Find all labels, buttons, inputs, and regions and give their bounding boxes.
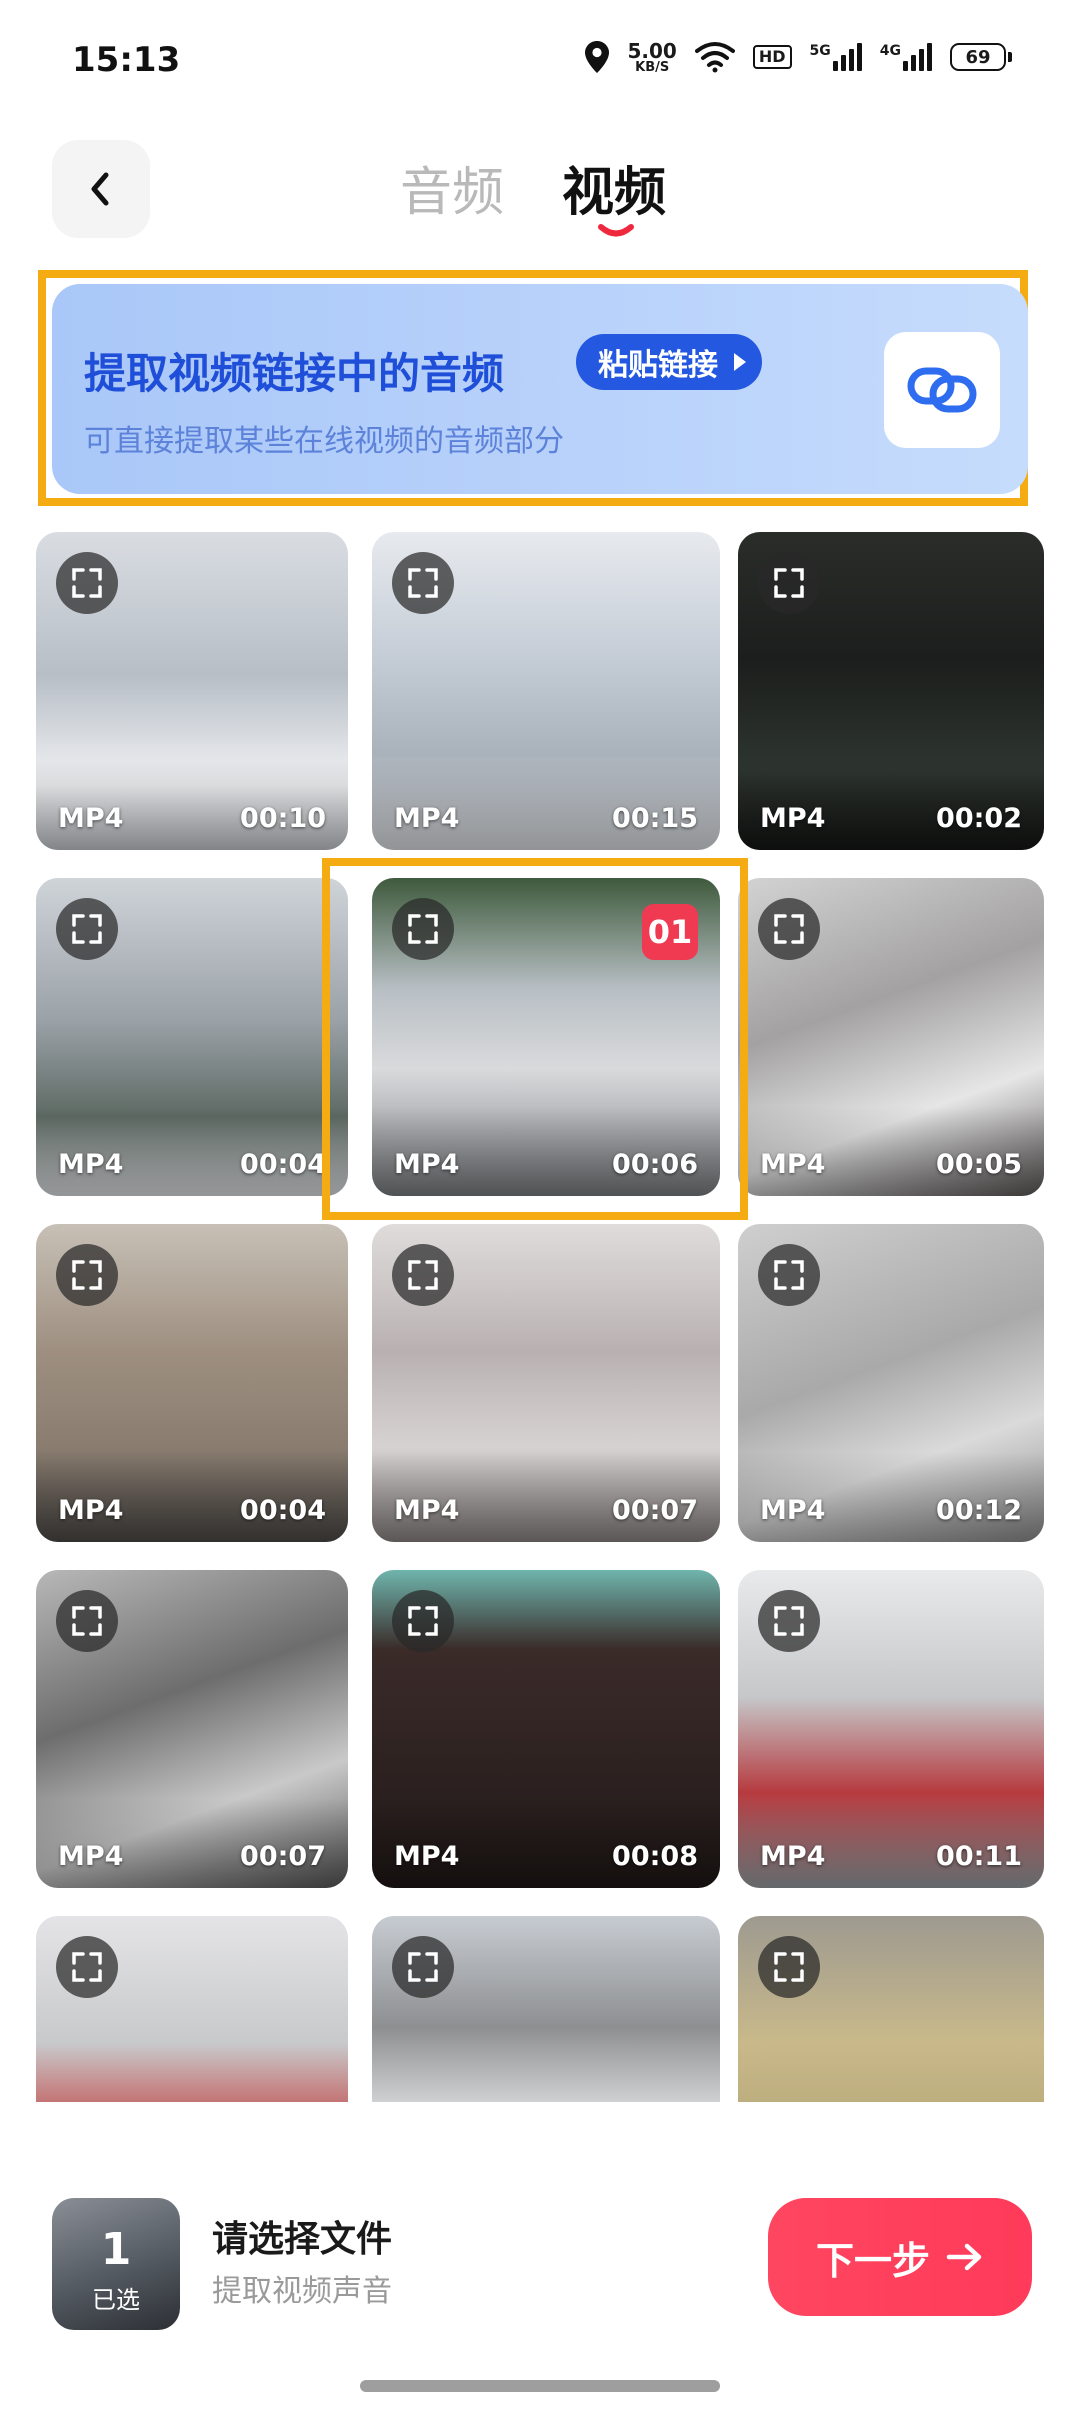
location-icon [584, 40, 610, 74]
sim1-generation: 5G [809, 43, 831, 59]
signal-sim1-icon: 5G [810, 43, 862, 71]
expand-icon[interactable] [56, 1590, 118, 1652]
status-bar: 15:13 5.00 KB/S HD 5G 4G 69 [0, 0, 1080, 120]
selected-label: 已选 [92, 2286, 140, 2314]
video-thumbnail[interactable]: MP4 00:04 [36, 878, 348, 1196]
banner-title: 提取视频链接中的音频 [84, 349, 505, 398]
next-button-label: 下一步 [815, 2238, 930, 2283]
video-format: MP4 [58, 803, 124, 834]
video-format: MP4 [760, 1149, 826, 1180]
expand-icon[interactable] [758, 1590, 820, 1652]
link-icon [907, 367, 977, 413]
status-time: 15:13 [72, 40, 181, 80]
expand-icon[interactable] [56, 1936, 118, 1998]
video-thumbnail[interactable]: MP4 [36, 1916, 348, 2102]
expand-icon[interactable] [392, 1244, 454, 1306]
tab-active-indicator [598, 224, 634, 237]
selected-count: 1 [100, 2224, 132, 2275]
next-button[interactable]: 下一步 [768, 2198, 1032, 2316]
video-thumbnail[interactable]: MP4 00:12 [738, 1224, 1044, 1542]
paste-link-label: 粘贴链接 [598, 348, 718, 383]
video-duration: 00:08 [612, 1841, 698, 1872]
video-format: MP4 [394, 1841, 460, 1872]
expand-icon[interactable] [392, 552, 454, 614]
expand-icon[interactable] [758, 552, 820, 614]
chevron-left-icon [91, 172, 109, 206]
video-format: MP4 [760, 1841, 826, 1872]
signal-sim2-icon: 4G [880, 43, 932, 71]
video-thumbnail[interactable]: MP4 [738, 1916, 1044, 2102]
selected-preview[interactable]: 1 已选 [52, 2198, 180, 2330]
video-thumbnail[interactable]: MP4 00:04 [36, 1224, 348, 1542]
video-duration: 00:15 [612, 803, 698, 834]
expand-icon[interactable] [56, 552, 118, 614]
network-speed: 5.00 KB/S [628, 41, 677, 74]
banner-subtitle: 可直接提取某些在线视频的音频部分 [84, 424, 564, 459]
extract-link-banner[interactable]: 提取视频链接中的音频 粘贴链接 可直接提取某些在线视频的音频部分 [52, 284, 1028, 494]
video-format: MP4 [58, 1841, 124, 1872]
expand-icon[interactable] [392, 1936, 454, 1998]
status-icons: 5.00 KB/S HD 5G 4G 69 [584, 40, 1012, 74]
video-duration: 00:07 [612, 1495, 698, 1526]
battery-level: 69 [950, 43, 1006, 71]
video-duration: 00:02 [936, 803, 1022, 834]
tab-audio[interactable]: 音频 [400, 150, 504, 225]
video-duration: 00:10 [240, 803, 326, 834]
video-format: MP4 [394, 1495, 460, 1526]
video-duration: 00:07 [240, 1841, 326, 1872]
video-format: MP4 [58, 1149, 124, 1180]
video-format: MP4 [394, 803, 460, 834]
hd-icon: HD [752, 45, 792, 69]
network-speed-unit: KB/S [635, 59, 670, 75]
link-button[interactable] [884, 332, 1000, 448]
expand-icon[interactable] [392, 1590, 454, 1652]
expand-icon[interactable] [56, 898, 118, 960]
video-format: MP4 [760, 1495, 826, 1526]
home-indicator[interactable] [360, 2380, 720, 2392]
video-duration: 00:12 [936, 1495, 1022, 1526]
bottom-bar: 1 已选 请选择文件 提取视频声音 下一步 [0, 2130, 1080, 2412]
expand-icon[interactable] [758, 898, 820, 960]
video-thumbnail[interactable]: MP4 00:07 [36, 1570, 348, 1888]
video-thumbnail[interactable]: MP4 00:08 [372, 1570, 720, 1888]
video-thumbnail[interactable]: MP4 00:02 [738, 532, 1044, 850]
battery-icon: 69 [950, 43, 1012, 71]
video-thumbnail[interactable]: MP4 00:10 [36, 532, 348, 850]
select-title: 请选择文件 [212, 2219, 393, 2260]
video-duration: 00:04 [240, 1149, 326, 1180]
paste-link-button[interactable]: 粘贴链接 [576, 334, 762, 390]
play-triangle-icon [734, 353, 746, 371]
video-duration: 00:04 [240, 1495, 326, 1526]
video-duration: 00:11 [936, 1841, 1022, 1872]
video-format: MP4 [760, 803, 826, 834]
sim2-generation: 4G [879, 43, 901, 59]
expand-icon[interactable] [56, 1244, 118, 1306]
select-subtitle: 提取视频声音 [212, 2274, 392, 2309]
expand-icon[interactable] [758, 1244, 820, 1306]
video-thumbnail[interactable]: MP4 [372, 1916, 720, 2102]
wifi-icon [694, 41, 735, 73]
network-speed-value: 5.00 [627, 38, 677, 63]
video-format: MP4 [58, 1495, 124, 1526]
video-thumbnail[interactable]: MP4 00:07 [372, 1224, 720, 1542]
video-thumbnail[interactable]: MP4 00:15 [372, 532, 720, 850]
video-thumbnail[interactable]: MP4 00:05 [738, 878, 1044, 1196]
selected-video-highlight [322, 858, 748, 1220]
video-thumbnail[interactable]: MP4 00:11 [738, 1570, 1044, 1888]
video-duration: 00:05 [936, 1149, 1022, 1180]
arrow-right-icon [946, 2243, 982, 2271]
expand-icon[interactable] [758, 1936, 820, 1998]
tab-video[interactable]: 视频 [562, 150, 666, 225]
video-grid: MP4 00:10 MP4 00:15 MP4 00:02 MP4 00:04 MP4 00:06… [36, 532, 1044, 2102]
back-button[interactable] [52, 140, 150, 238]
